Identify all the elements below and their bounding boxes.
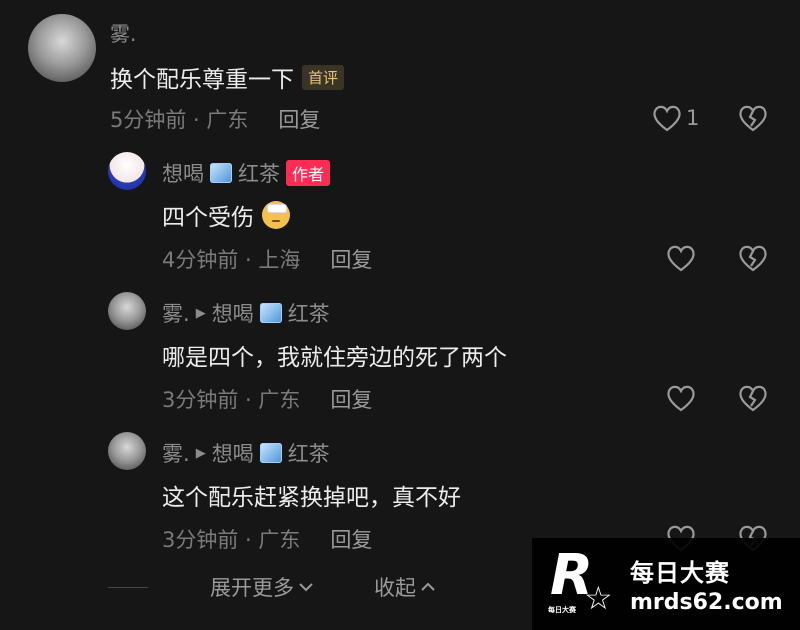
avatar[interactable] xyxy=(108,152,146,190)
heart-outline-icon xyxy=(653,105,681,132)
collapse-button[interactable]: 收起 xyxy=(374,572,436,602)
reply-body: 四个受伤 xyxy=(162,205,254,231)
chevron-down-icon xyxy=(299,583,313,592)
author-name[interactable]: 雾. xyxy=(110,18,136,47)
broken-heart-icon[interactable] xyxy=(738,384,768,412)
chevron-up-icon xyxy=(421,582,435,591)
comment-body: 换个配乐尊重一下 xyxy=(110,67,294,93)
ice-cube-icon xyxy=(210,163,232,183)
timestamp-location: 4分钟前 · 上海 xyxy=(162,248,301,272)
author-name[interactable]: 想喝 xyxy=(162,158,204,188)
broken-heart-icon[interactable] xyxy=(738,244,768,272)
reply-button[interactable]: 回复 xyxy=(330,384,372,414)
ice-cube-icon xyxy=(259,303,282,323)
reply-text: 四个受伤 xyxy=(162,198,290,232)
right-triangle-icon: ▶ xyxy=(195,305,206,321)
avatar[interactable] xyxy=(28,14,96,82)
watermark: R ☆ 每日大赛 每日大赛 mrds62.com xyxy=(532,538,800,630)
reply-author[interactable]: 雾. ▶ 想喝 红茶 xyxy=(162,438,330,468)
watermark-url: mrds62.com xyxy=(630,590,783,615)
star-icon: ☆ xyxy=(584,579,613,617)
reply-button[interactable]: 回复 xyxy=(330,244,372,274)
reply-to-name[interactable]: 想喝 xyxy=(212,298,254,328)
timestamp-location: 3分钟前 · 广东 xyxy=(162,528,301,552)
collapse-label: 收起 xyxy=(374,576,416,600)
reply-to-name[interactable]: 想喝 xyxy=(212,438,254,468)
avatar[interactable] xyxy=(108,292,146,330)
reply-body: 这个配乐赶紧换掉吧，真不好 xyxy=(162,485,461,511)
like-button[interactable]: 1 xyxy=(652,104,699,132)
right-triangle-icon: ▶ xyxy=(195,445,206,461)
reply-to-suffix[interactable]: 红茶 xyxy=(288,298,330,328)
reply-meta: 3分钟前 · 广东 回复 xyxy=(162,524,372,554)
comment-meta: 5分钟前 · 广东 回复 xyxy=(110,104,320,134)
author-name[interactable]: 雾. xyxy=(162,438,190,468)
reply-to-suffix[interactable]: 红茶 xyxy=(288,438,330,468)
reply-meta: 3分钟前 · 广东 回复 xyxy=(162,384,372,414)
expand-more-button[interactable]: 展开更多 xyxy=(210,572,314,602)
reply-author[interactable]: 雾. ▶ 想喝 红茶 xyxy=(162,298,330,328)
reply-body: 哪是四个，我就住旁边的死了两个 xyxy=(162,345,507,371)
comment-text: 换个配乐尊重一下 首评 xyxy=(110,60,345,94)
heart-outline-icon[interactable] xyxy=(666,244,696,272)
broken-heart-icon[interactable] xyxy=(738,104,768,132)
author-badge: 作者 xyxy=(286,160,331,186)
reply-author[interactable]: 想喝 红茶 作者 xyxy=(162,158,331,188)
heart-outline-icon[interactable] xyxy=(666,384,696,412)
like-count: 1 xyxy=(686,106,700,130)
timestamp-location: 5分钟前 · 广东 xyxy=(110,108,249,132)
reply-button[interactable]: 回复 xyxy=(330,524,372,554)
author-name[interactable]: 雾. xyxy=(162,298,190,328)
reply-button[interactable]: 回复 xyxy=(278,104,320,134)
ice-cube-icon xyxy=(259,443,282,463)
comment-author[interactable]: 雾. xyxy=(110,18,136,47)
reply-text: 这个配乐赶紧换掉吧，真不好 xyxy=(162,478,461,512)
avatar[interactable] xyxy=(108,432,146,470)
watermark-logo: R ☆ 每日大赛 xyxy=(546,543,620,619)
first-comment-badge: 首评 xyxy=(302,64,345,90)
timestamp-location: 3分钟前 · 广东 xyxy=(162,388,301,412)
injured-face-icon xyxy=(262,201,290,229)
logo-small-text: 每日大赛 xyxy=(548,606,576,614)
expand-more-label: 展开更多 xyxy=(210,576,294,600)
watermark-title: 每日大赛 xyxy=(630,559,730,587)
replies-footer: 展开更多 收起 xyxy=(108,572,436,602)
watermark-text: 每日大赛 mrds62.com xyxy=(630,553,783,615)
divider xyxy=(108,586,148,588)
author-name-suffix[interactable]: 红茶 xyxy=(238,158,280,188)
reply-meta: 4分钟前 · 上海 回复 xyxy=(162,244,372,274)
reply-text: 哪是四个，我就住旁边的死了两个 xyxy=(162,338,507,372)
